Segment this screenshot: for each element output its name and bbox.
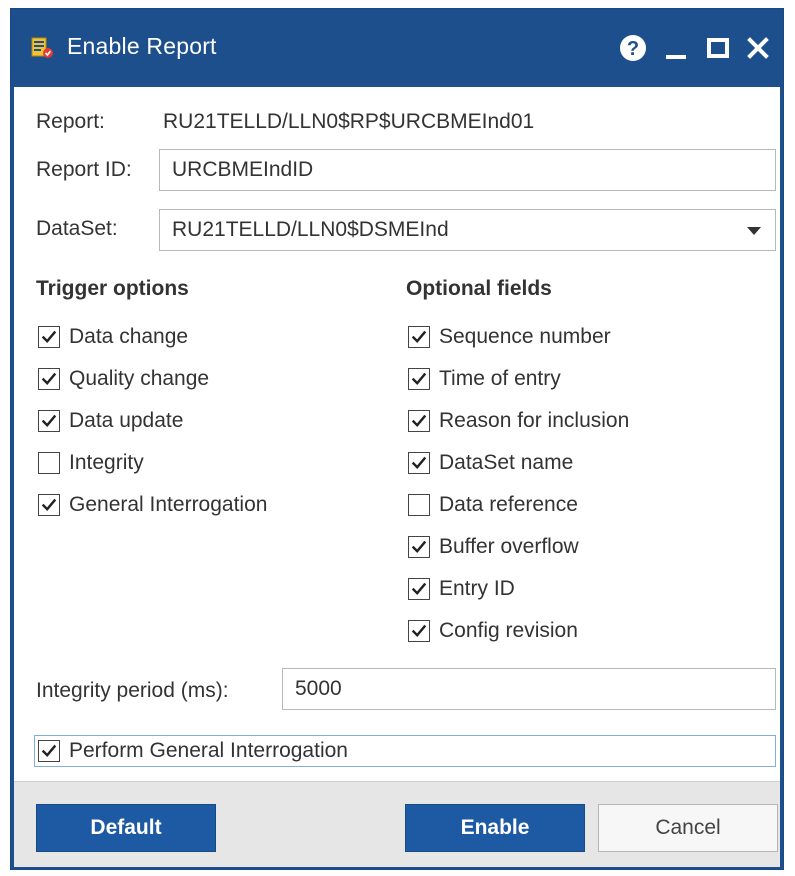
trigger-data-change[interactable]: Data change [38, 322, 188, 352]
checkbox-entry-id[interactable] [408, 578, 430, 600]
checkmark-icon [411, 456, 427, 469]
checkbox-label: Sequence number [439, 325, 611, 348]
trigger-options-heading: Trigger options [36, 277, 189, 300]
trigger-data-update[interactable]: Data update [38, 406, 183, 436]
checkbox-reason-for-inclusion[interactable] [408, 410, 430, 432]
checkbox-general-interrogation[interactable] [38, 494, 60, 516]
dataset-selected-value: RU21TELLD/LLN0$DSMEInd [172, 218, 449, 241]
trigger-integrity[interactable]: Integrity [38, 448, 144, 478]
dataset-select[interactable]: RU21TELLD/LLN0$DSMEInd [159, 209, 776, 251]
maximize-icon[interactable] [701, 31, 735, 65]
cancel-button[interactable]: Cancel [598, 804, 778, 852]
close-icon[interactable] [741, 31, 775, 65]
trigger-general-interrogation[interactable]: General Interrogation [38, 490, 267, 520]
dialog-content: Report: RU21TELLD/LLN0$RP$URCBMEInd01 Re… [14, 87, 780, 781]
checkmark-icon [411, 540, 427, 553]
optional-buffer-overflow[interactable]: Buffer overflow [408, 532, 579, 562]
optional-fields-heading: Optional fields [406, 277, 552, 300]
checkbox-label: General Interrogation [69, 493, 268, 516]
checkbox-label: Perform General Interrogation [69, 739, 348, 762]
help-icon[interactable]: ? [616, 31, 650, 65]
checkbox-data-change[interactable] [38, 326, 60, 348]
checkmark-icon [411, 414, 427, 427]
checkmark-icon [41, 414, 57, 427]
optional-reason-for-inclusion[interactable]: Reason for inclusion [408, 406, 629, 436]
checkbox-perform-gi[interactable] [38, 740, 60, 762]
checkbox-label: Buffer overflow [439, 535, 579, 558]
optional-time-of-entry[interactable]: Time of entry [408, 364, 561, 394]
enable-button[interactable]: Enable [405, 804, 585, 852]
integrity-period-input[interactable]: 5000 [282, 668, 776, 710]
checkmark-icon [41, 498, 57, 511]
checkbox-time-of-entry[interactable] [408, 368, 430, 390]
dialog-title: Enable Report [67, 33, 217, 59]
dialog-footer: Default Enable Cancel [14, 781, 780, 867]
checkmark-icon [411, 372, 427, 385]
enable-report-dialog: Enable Report ? Report: RU21TELLD/LLN0$R… [10, 8, 784, 870]
report-value: RU21TELLD/LLN0$RP$URCBMEInd01 [163, 110, 535, 133]
checkbox-label: Reason for inclusion [439, 409, 630, 432]
optional-sequence-number[interactable]: Sequence number [408, 322, 611, 352]
title-bar[interactable]: Enable Report ? [11, 9, 783, 87]
integrity-period-label: Integrity period (ms): [36, 679, 229, 702]
dataset-label: DataSet: [36, 217, 118, 240]
trigger-quality-change[interactable]: Quality change [38, 364, 209, 394]
checkbox-label: Data update [69, 409, 184, 432]
checkbox-quality-change[interactable] [38, 368, 60, 390]
optional-entry-id[interactable]: Entry ID [408, 574, 515, 604]
checkmark-icon [411, 624, 427, 637]
optional-data-reference[interactable]: Data reference [408, 490, 578, 520]
minimize-icon[interactable] [659, 31, 693, 65]
checkbox-integrity[interactable] [38, 452, 60, 474]
checkbox-dataset-name[interactable] [408, 452, 430, 474]
checkbox-sequence-number[interactable] [408, 326, 430, 348]
checkbox-data-reference[interactable] [408, 494, 430, 516]
optional-config-revision[interactable]: Config revision [408, 616, 578, 646]
report-label: Report: [36, 110, 105, 133]
checkbox-buffer-overflow[interactable] [408, 536, 430, 558]
checkbox-label: Data change [69, 325, 189, 348]
checkmark-icon [41, 372, 57, 385]
checkmark-icon [411, 330, 427, 343]
default-button[interactable]: Default [36, 804, 216, 852]
checkbox-label: Entry ID [439, 577, 515, 600]
checkbox-label: Time of entry [439, 367, 561, 390]
report-app-icon [31, 36, 55, 60]
svg-text:?: ? [627, 38, 639, 60]
checkbox-label: Config revision [439, 619, 578, 642]
checkbox-data-update[interactable] [38, 410, 60, 432]
checkmark-icon [41, 330, 57, 343]
report-id-label: Report ID: [36, 158, 132, 181]
chevron-down-icon[interactable] [747, 227, 761, 235]
checkbox-label: Integrity [69, 451, 144, 474]
checkmark-icon [411, 582, 427, 595]
report-id-input[interactable]: URCBMEIndID [159, 149, 776, 191]
checkbox-label: DataSet name [439, 451, 574, 474]
checkbox-label: Data reference [439, 493, 578, 516]
perform-general-interrogation[interactable]: Perform General Interrogation [38, 736, 348, 766]
optional-dataset-name[interactable]: DataSet name [408, 448, 573, 478]
checkbox-config-revision[interactable] [408, 620, 430, 642]
checkbox-label: Quality change [69, 367, 210, 390]
checkmark-icon [41, 744, 57, 757]
